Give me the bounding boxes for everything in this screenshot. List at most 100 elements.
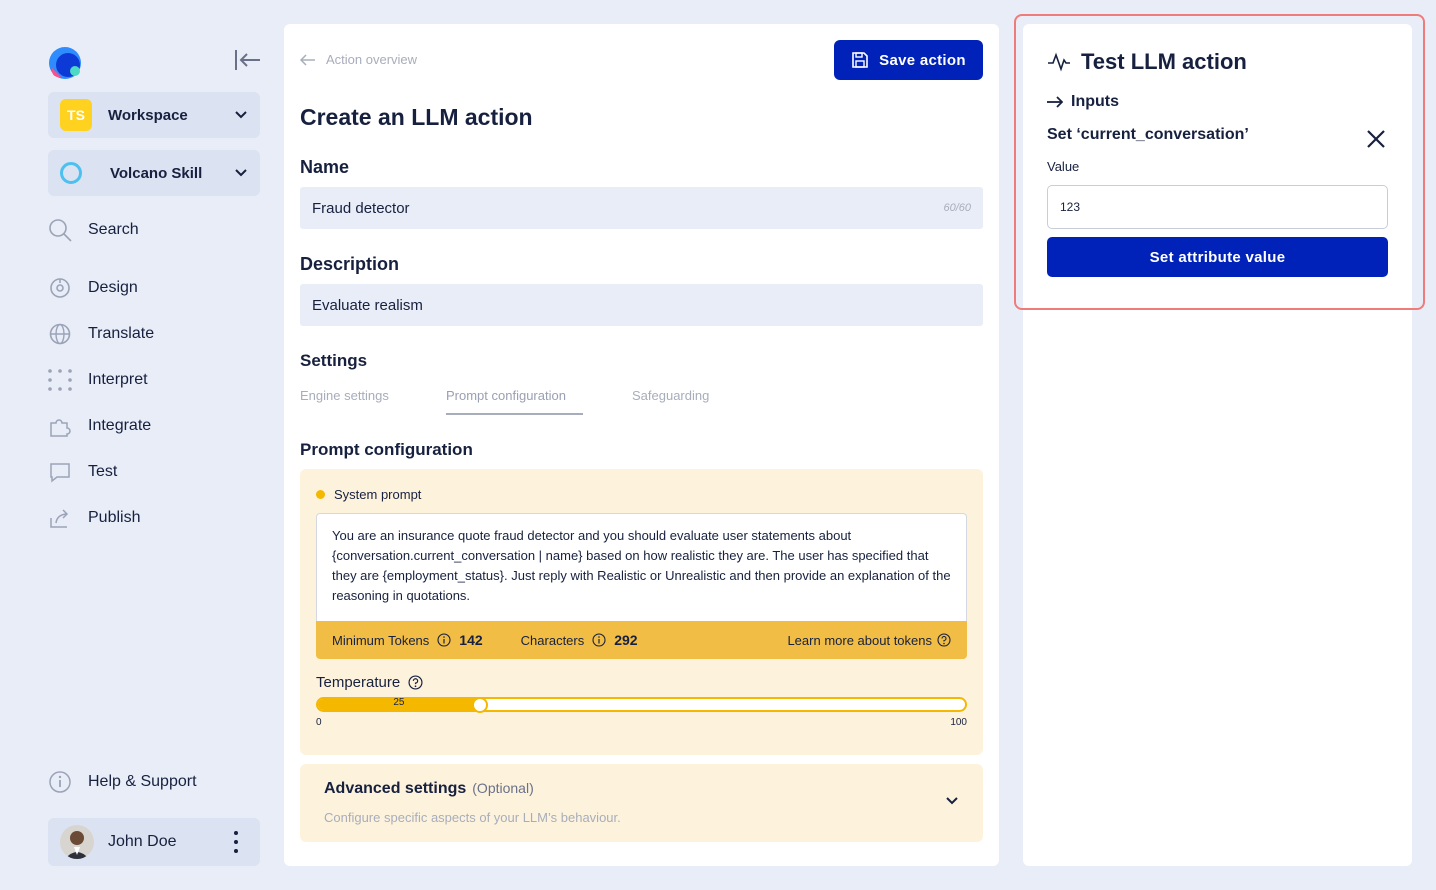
info-icon[interactable] — [592, 633, 606, 647]
chevron-down-icon — [235, 169, 247, 177]
sidebar-item-label: Publish — [88, 509, 141, 526]
system-prompt-label-text: System prompt — [334, 487, 422, 502]
workspace-avatar: TS — [60, 99, 92, 131]
avatar — [60, 825, 94, 859]
sidebar: TS Workspace Volcano Skill Search Design… — [0, 0, 284, 890]
sidebar-item-label: Design — [88, 279, 138, 296]
dots-grid-icon — [48, 368, 72, 392]
description-value: Evaluate realism — [312, 296, 423, 314]
sidebar-item-test[interactable]: Test — [48, 456, 260, 488]
activity-icon — [1048, 52, 1070, 72]
more-options-icon[interactable] — [224, 828, 248, 856]
tab-prompt-configuration[interactable]: Prompt configuration — [446, 388, 566, 403]
token-info-bar: Minimum Tokens 142 Characters 292 Learn … — [316, 621, 967, 659]
character-counter: 60/60 — [943, 202, 971, 214]
inputs-label: Inputs — [1071, 93, 1119, 110]
chevron-down-icon — [235, 111, 247, 119]
temperature-label: Temperature — [316, 674, 423, 691]
test-panel: Test LLM action Inputs Set ‘current_conv… — [1023, 24, 1412, 866]
skill-label: Volcano Skill — [110, 164, 203, 182]
advanced-settings-title-text: Advanced settings — [324, 780, 467, 797]
workspace-label: Workspace — [108, 106, 188, 124]
system-prompt-label: System prompt — [316, 487, 421, 502]
learn-more-link[interactable]: Learn more about tokens — [787, 633, 951, 648]
skill-icon — [60, 162, 82, 184]
design-icon — [48, 276, 72, 300]
user-menu[interactable]: John Doe — [48, 818, 260, 866]
help-circle-icon — [937, 633, 951, 647]
chat-icon — [48, 460, 72, 484]
help-circle-icon[interactable] — [408, 675, 423, 690]
sidebar-item-search[interactable]: Search — [48, 214, 260, 246]
settings-label: Settings — [300, 351, 368, 370]
main-panel: Action overview Save action Create an LL… — [284, 24, 999, 866]
info-icon[interactable] — [437, 633, 451, 647]
description-field[interactable]: Evaluate realism — [300, 284, 983, 326]
active-tab-indicator — [446, 413, 583, 415]
sidebar-item-translate[interactable]: Translate — [48, 318, 260, 350]
sidebar-item-label: Search — [88, 221, 139, 238]
advanced-settings-title: Advanced settings (Optional) — [324, 780, 534, 798]
characters-value: 292 — [614, 632, 638, 648]
sidebar-item-publish[interactable]: Publish — [48, 502, 260, 534]
test-panel-title-text: Test LLM action — [1081, 49, 1247, 74]
slider-value: 25 — [393, 697, 405, 708]
sidebar-item-label: Integrate — [88, 417, 152, 434]
page-title: Create an LLM action — [300, 104, 533, 130]
arrow-left-icon — [300, 53, 315, 66]
min-tokens-value: 142 — [459, 632, 483, 648]
sidebar-item-interpret[interactable]: Interpret — [48, 364, 260, 396]
breadcrumb-label: Action overview — [326, 52, 418, 67]
collapse-sidebar-icon[interactable] — [232, 48, 262, 72]
optional-tag: (Optional) — [472, 780, 534, 796]
sidebar-item-design[interactable]: Design — [48, 272, 260, 304]
learn-more-label: Learn more about tokens — [787, 632, 932, 648]
characters-label: Characters — [520, 632, 585, 648]
set-attribute-button[interactable]: Set attribute value — [1047, 237, 1388, 277]
system-prompt-textarea[interactable]: You are an insurance quote fraud detecto… — [316, 513, 967, 621]
workspace-selector[interactable]: TS Workspace — [48, 92, 260, 138]
min-tokens-label: Minimum Tokens — [332, 632, 430, 648]
name-label: Name — [300, 157, 350, 177]
name-field[interactable]: Fraud detector 60/60 — [300, 187, 983, 229]
sidebar-item-label: Test — [88, 463, 118, 480]
sidebar-item-label: Help & Support — [88, 773, 197, 790]
share-icon — [48, 506, 72, 530]
status-dot — [316, 490, 325, 499]
temperature-label-text: Temperature — [316, 674, 401, 691]
save-button[interactable]: Save action — [834, 40, 983, 80]
sidebar-item-label: Translate — [88, 325, 155, 342]
tab-engine-settings[interactable]: Engine settings — [300, 388, 389, 403]
sidebar-item-help[interactable]: Help & Support — [48, 766, 260, 798]
puzzle-icon — [48, 414, 72, 438]
value-label: Value — [1047, 159, 1080, 174]
slider-min-label: 0 — [316, 717, 322, 728]
skill-selector[interactable]: Volcano Skill — [48, 150, 260, 196]
save-button-label: Save action — [879, 51, 966, 69]
save-icon — [852, 52, 868, 68]
sidebar-item-label: Interpret — [88, 371, 148, 388]
tab-safeguarding[interactable]: Safeguarding — [632, 388, 709, 403]
advanced-settings-accordion[interactable]: Advanced settings (Optional) Configure sp… — [300, 764, 983, 842]
test-panel-title: Test LLM action — [1047, 49, 1247, 75]
user-name: John Doe — [108, 833, 177, 850]
temperature-slider[interactable]: 25 — [316, 696, 967, 713]
slider-thumb[interactable] — [471, 696, 488, 713]
search-icon — [48, 218, 72, 242]
inputs-section: Inputs — [1047, 93, 1119, 111]
slider-max-label: 100 — [950, 717, 967, 728]
globe-icon — [48, 322, 72, 346]
value-input[interactable] — [1047, 185, 1388, 229]
close-icon[interactable] — [1363, 126, 1389, 152]
app-logo — [49, 47, 81, 79]
prompt-config-heading: Prompt configuration — [300, 440, 473, 459]
chevron-down-icon — [946, 797, 958, 805]
sidebar-item-integrate[interactable]: Integrate — [48, 410, 260, 442]
set-attribute-label: Set ‘current_conversation’ — [1047, 126, 1249, 143]
description-label: Description — [300, 254, 400, 274]
prompt-config-card: System prompt You are an insurance quote… — [300, 469, 983, 755]
arrow-right-icon — [1047, 96, 1063, 108]
info-icon — [48, 770, 72, 794]
name-value: Fraud detector — [312, 199, 410, 217]
breadcrumb[interactable]: Action overview — [300, 52, 417, 67]
